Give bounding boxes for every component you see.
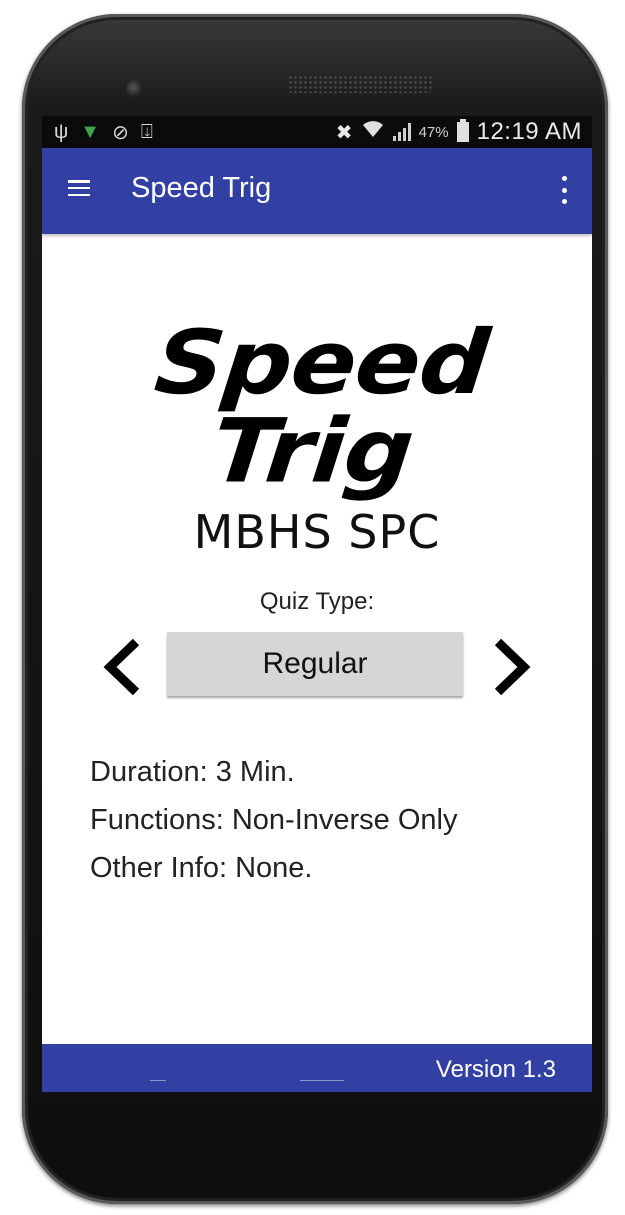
chevron-right-icon[interactable] (486, 636, 534, 698)
mute-icon: ✖ (335, 121, 353, 144)
quiz-type-value: Regular (262, 647, 368, 680)
usb-icon: ψ (54, 121, 69, 143)
more-vert-icon[interactable] (560, 176, 568, 204)
functions-text: Functions: Non-Inverse Only (90, 804, 458, 836)
hamburger-menu-icon[interactable] (68, 180, 90, 196)
system-icons: ✖ 47% 12:19 AM (336, 118, 582, 146)
version-label: Version 1.3 (435, 1056, 556, 1083)
front-camera (126, 80, 144, 98)
download-icon: ⍗ (140, 121, 153, 143)
status-bar: ψ ▼ ⊘ ⍗ ✖ 47% 12:19 AM (42, 116, 592, 148)
bottom-bar: Version 1.3 (42, 1044, 592, 1092)
wifi-icon (361, 119, 385, 145)
battery-charging-icon (456, 119, 469, 142)
logo-subtitle: MBHS SPC (193, 505, 441, 559)
notification-icons: ψ ▼ ⊘ ⍗ (54, 120, 153, 145)
app-logo: Speed Trig MBHS SPC (42, 311, 592, 555)
earpiece-speaker (288, 75, 432, 93)
quiz-type-label: Quiz Type: (259, 588, 375, 615)
sync-icon: ⊘ (112, 122, 129, 144)
duration-text: Duration: 3 Min. (90, 756, 295, 788)
app-bar: Speed Trig (42, 148, 592, 234)
divider (300, 1080, 344, 1081)
other-info-text: Other Info: None. (90, 852, 313, 884)
quiz-info: Duration: 3 Min. Functions: Non-Inverse … (90, 748, 457, 892)
phone-screen: ψ ▼ ⊘ ⍗ ✖ 47% 12:19 AM Speed Trig Speed … (42, 116, 592, 1092)
quiz-type-selector[interactable]: Regular (167, 632, 463, 696)
chevron-left-icon[interactable] (100, 636, 148, 698)
signal-icon (392, 123, 411, 141)
wifi-notification-icon: ▼ (80, 121, 101, 143)
status-time: 12:19 AM (476, 118, 582, 145)
logo-title: Speed Trig (150, 311, 493, 503)
battery-percent: 47% (418, 123, 449, 141)
divider (150, 1080, 166, 1081)
app-title: Speed Trig (131, 172, 272, 204)
